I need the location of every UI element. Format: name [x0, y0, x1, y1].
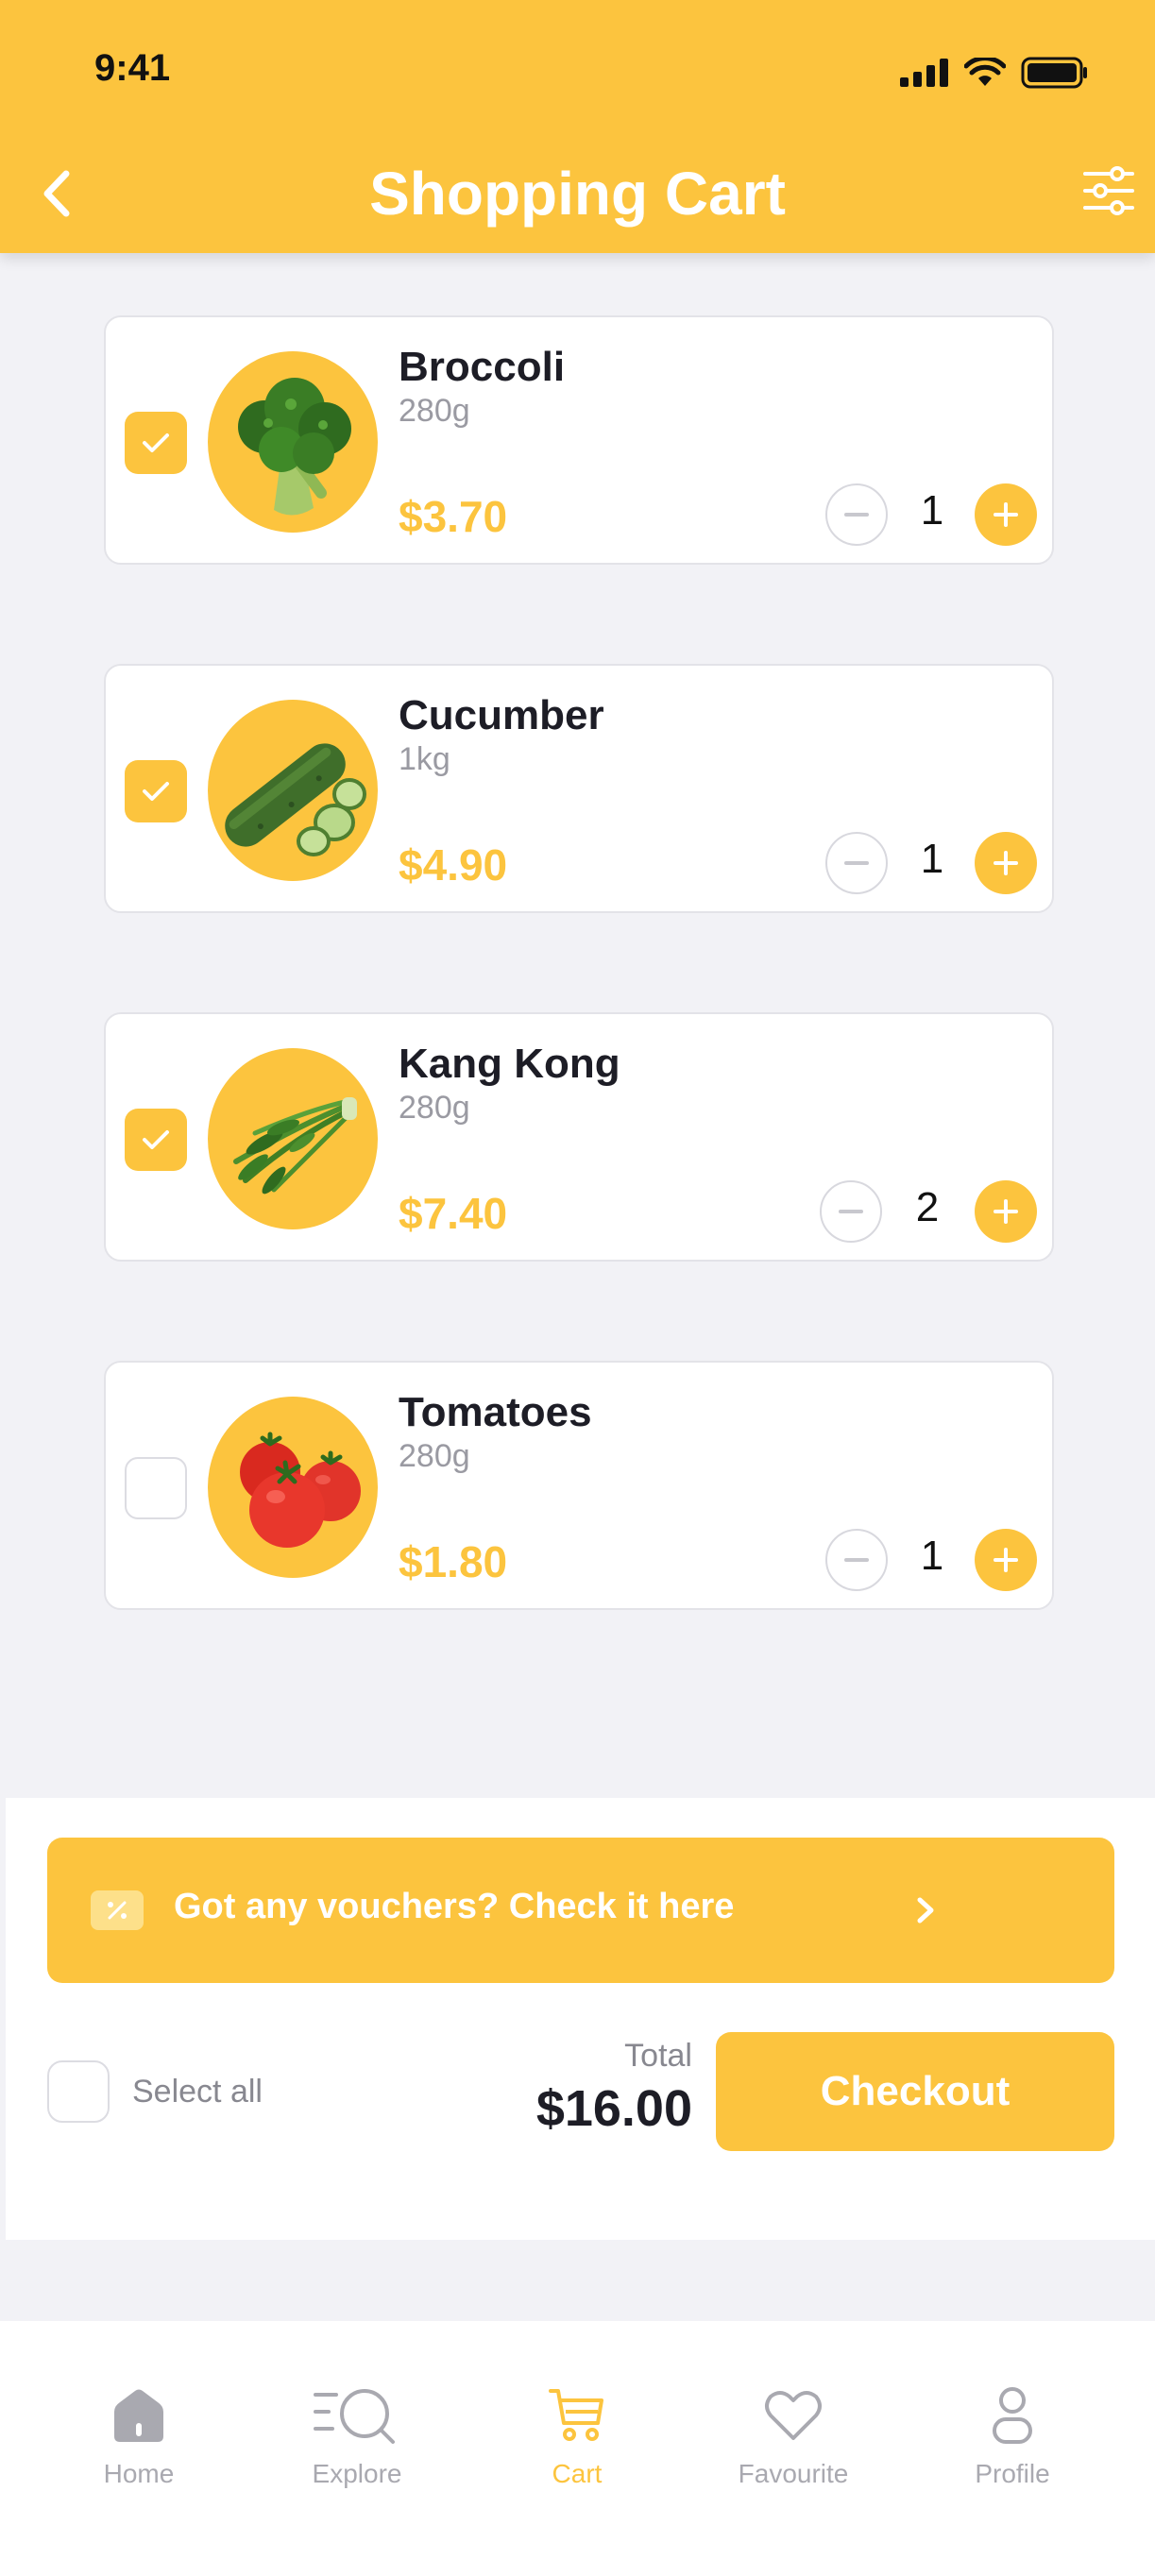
- plus-icon: [994, 851, 1018, 875]
- item-price: $4.90: [399, 840, 508, 890]
- minus-icon: [839, 1210, 863, 1213]
- checkmark-icon: [143, 1130, 169, 1149]
- increase-qty-button[interactable]: [975, 1529, 1037, 1591]
- app-header: 9:41 Shopping Cart: [0, 0, 1155, 253]
- item-weight: 280g: [399, 1090, 470, 1126]
- tab-label: Home: [103, 2459, 175, 2488]
- decrease-qty-button[interactable]: [820, 1180, 882, 1243]
- select-all-label: Select all: [132, 2074, 263, 2110]
- item-weight: 280g: [399, 1438, 470, 1474]
- profile-icon: [993, 2387, 1032, 2444]
- increase-qty-button[interactable]: [975, 483, 1037, 546]
- item-price: $3.70: [399, 492, 508, 541]
- item-quantity: 1: [920, 1533, 944, 1579]
- filter-button[interactable]: [1081, 162, 1136, 219]
- item-checkbox[interactable]: [125, 760, 187, 822]
- heart-icon: [765, 2391, 822, 2440]
- tab-favourite[interactable]: Favourite: [718, 2378, 869, 2489]
- status-icons: [900, 57, 1089, 89]
- item-name: Tomatoes: [399, 1389, 592, 1435]
- broccoli-image: [208, 351, 378, 533]
- item-checkbox[interactable]: [125, 1457, 187, 1519]
- wifi-icon: [964, 58, 1006, 86]
- checkmark-icon: [143, 433, 169, 452]
- kang-kong-image: [208, 1048, 378, 1229]
- tomatoes-image: [208, 1397, 378, 1578]
- voucher-text: Got any vouchers? Check it here: [174, 1887, 735, 1926]
- minus-icon: [844, 861, 869, 865]
- cart-item-broccoli: Broccoli 280g $3.70 1: [104, 315, 1054, 565]
- status-time: 9:41: [94, 47, 171, 89]
- tab-explore[interactable]: Explore: [281, 2378, 433, 2489]
- cart-item-kang-kong: Kang Kong 280g $7.40 2: [104, 1012, 1054, 1262]
- plus-icon: [994, 502, 1018, 527]
- decrease-qty-button[interactable]: [825, 832, 888, 894]
- chevron-right-icon: [907, 1887, 944, 1934]
- bottom-tab-bar: Home Explore Cart Favourite Profile: [0, 2321, 1155, 2576]
- cucumber-image: [208, 700, 378, 881]
- tab-label: Explore: [312, 2459, 402, 2488]
- voucher-banner[interactable]: Got any vouchers? Check it here: [47, 1838, 1114, 1983]
- item-quantity: 1: [920, 487, 944, 534]
- increase-qty-button[interactable]: [975, 832, 1037, 894]
- cart-item-cucumber: Cucumber 1kg $4.90 1: [104, 664, 1054, 913]
- explore-icon: [314, 2389, 395, 2444]
- tab-label: Cart: [552, 2459, 603, 2488]
- item-price: $1.80: [399, 1537, 508, 1586]
- item-checkbox[interactable]: [125, 1109, 187, 1171]
- tab-cart[interactable]: Cart: [501, 2378, 653, 2489]
- item-weight: 1kg: [399, 741, 450, 777]
- item-checkbox[interactable]: [125, 412, 187, 474]
- item-name: Kang Kong: [399, 1041, 620, 1087]
- decrease-qty-button[interactable]: [825, 1529, 888, 1591]
- cart-item-tomatoes: Tomatoes 280g $1.80 1: [104, 1361, 1054, 1610]
- tab-label: Profile: [975, 2459, 1050, 2488]
- item-quantity: 1: [920, 836, 944, 882]
- tab-home[interactable]: Home: [63, 2378, 214, 2489]
- voucher-icon: [91, 1890, 144, 1930]
- item-name: Cucumber: [399, 692, 604, 738]
- battery-icon: [1021, 57, 1087, 89]
- total-label: Total: [624, 2038, 692, 2074]
- page-title: Shopping Cart: [369, 160, 786, 228]
- home-icon: [114, 2389, 163, 2442]
- total-value: $16.00: [535, 2080, 692, 2137]
- minus-icon: [844, 1558, 869, 1562]
- tab-label: Favourite: [738, 2459, 849, 2488]
- select-all-checkbox[interactable]: [47, 2060, 110, 2123]
- item-name: Broccoli: [399, 344, 566, 390]
- increase-qty-button[interactable]: [975, 1180, 1037, 1243]
- sliders-icon: [1083, 166, 1134, 215]
- checkout-button[interactable]: Checkout: [716, 2032, 1114, 2151]
- tab-profile[interactable]: Profile: [937, 2378, 1088, 2489]
- checkout-panel: Got any vouchers? Check it here Select a…: [6, 1798, 1155, 2240]
- minus-icon: [844, 513, 869, 517]
- signal-icon: [900, 59, 948, 87]
- checkmark-icon: [143, 782, 169, 801]
- cart-icon: [549, 2389, 603, 2441]
- plus-icon: [994, 1548, 1018, 1572]
- item-price: $7.40: [399, 1189, 508, 1238]
- item-quantity: 2: [915, 1184, 940, 1230]
- plus-icon: [994, 1199, 1018, 1224]
- decrease-qty-button[interactable]: [825, 483, 888, 546]
- item-weight: 280g: [399, 393, 470, 429]
